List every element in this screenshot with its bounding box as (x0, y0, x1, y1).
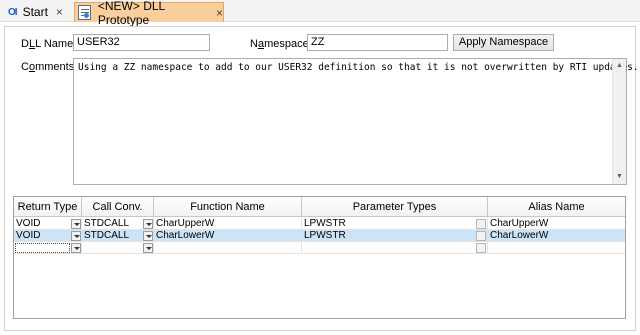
cell-parameter-types[interactable]: LPWSTR (302, 230, 488, 242)
row-checkbox[interactable] (476, 219, 486, 229)
namespace-field[interactable]: ZZ (307, 34, 448, 51)
dll-name-label: DLL Name: (21, 38, 77, 50)
document-icon (78, 5, 91, 20)
cell-alias-name[interactable]: CharLowerW (488, 230, 625, 242)
table-row[interactable]: VOID STDCALL CharLowerW LPWSTR CharLower… (14, 230, 625, 242)
focus-rectangle (15, 243, 70, 253)
tab-bar: OI Start × <NEW> DLL Prototype × (0, 0, 640, 27)
namespace-label: Namespace: (250, 38, 312, 50)
comments-textarea[interactable]: Using a ZZ namespace to add to our USER3… (73, 58, 639, 185)
table-row-new[interactable] (14, 242, 625, 254)
cell-function-name[interactable]: CharUpperW (154, 218, 302, 230)
tab-label: Start (22, 5, 48, 19)
cell-alias-name[interactable] (488, 242, 625, 254)
close-icon[interactable]: × (216, 6, 223, 20)
apply-namespace-button[interactable]: Apply Namespace (453, 34, 554, 51)
app-logo-icon: OI (8, 6, 18, 18)
row-checkbox[interactable] (476, 243, 486, 253)
comments-text: Using a ZZ namespace to add to our USER3… (78, 62, 639, 73)
scroll-down-icon[interactable]: ▼ (613, 170, 626, 184)
chevron-down-icon[interactable] (143, 231, 153, 241)
cell-function-name[interactable] (154, 242, 302, 254)
comments-label: Comments: (21, 61, 78, 73)
function-grid: Return Type Call Conv. Function Name Par… (13, 196, 626, 319)
cell-parameter-types[interactable] (302, 242, 488, 254)
chevron-down-icon[interactable] (143, 243, 153, 253)
cell-alias-name[interactable]: CharUpperW (488, 218, 625, 230)
tab-start[interactable]: OI Start × (4, 2, 72, 22)
column-header-function-name[interactable]: Function Name (154, 197, 302, 217)
cell-parameter-types[interactable]: LPWSTR (302, 218, 488, 230)
column-header-parameter-types[interactable]: Parameter Types (302, 197, 488, 217)
tab-label: <NEW> DLL Prototype (97, 0, 165, 27)
comments-scrollbar[interactable]: ▲ ▼ (612, 59, 626, 184)
scroll-up-icon[interactable]: ▲ (613, 59, 626, 73)
column-header-alias-name[interactable]: Alias Name (488, 197, 625, 217)
close-icon[interactable]: × (56, 5, 63, 19)
column-header-call-conv[interactable]: Call Conv. (82, 197, 154, 217)
tab-dll-prototype[interactable]: <NEW> DLL Prototype × (74, 0, 224, 27)
dll-name-field[interactable]: USER32 (73, 34, 210, 51)
chevron-down-icon[interactable] (143, 219, 153, 229)
chevron-down-icon[interactable] (71, 243, 81, 253)
column-header-return-type[interactable]: Return Type (14, 197, 82, 217)
chevron-down-icon[interactable] (71, 231, 81, 241)
cell-function-name[interactable]: CharLowerW (154, 230, 302, 242)
table-row[interactable]: VOID STDCALL CharUpperW LPWSTR CharUpper… (14, 218, 625, 230)
row-checkbox[interactable] (476, 231, 486, 241)
chevron-down-icon[interactable] (71, 219, 81, 229)
